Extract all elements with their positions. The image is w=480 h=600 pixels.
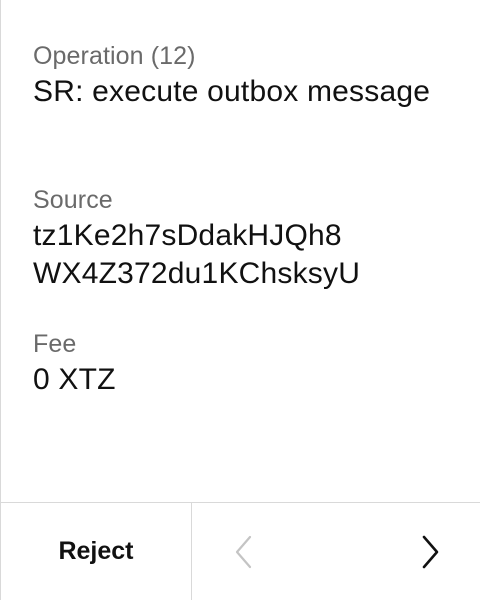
source-value-line: WX4Z372du1KChsksyU	[33, 257, 361, 290]
operation-label: Operation (12)	[33, 42, 196, 70]
chevron-left-icon	[235, 535, 252, 568]
operation-value: SR: execute outbox message	[33, 73, 430, 111]
fee-value-line: 0 XTZ	[33, 363, 116, 396]
reject-button[interactable]: Reject	[1, 503, 192, 600]
fee-value: 0 XTZ	[33, 361, 116, 399]
fee-field: Fee 0 XTZ	[33, 328, 116, 399]
chevron-right-icon	[422, 535, 439, 568]
operation-value-line: message	[306, 75, 431, 108]
previous-button[interactable]	[194, 503, 294, 600]
operation-value-line: SR: execute outbox	[33, 75, 299, 108]
source-value-line: tz1Ke2h7sDdakHJQh8	[33, 219, 342, 252]
source-value: tz1Ke2h7sDdakHJQh8 WX4Z372du1KChsksyU	[33, 217, 460, 293]
operation-field: Operation (12) SR: execute outbox messag…	[33, 40, 430, 111]
review-screen: Operation (12) SR: execute outbox messag…	[0, 0, 480, 600]
source-field: Source tz1Ke2h7sDdakHJQh8 WX4Z372du1KChs…	[33, 184, 460, 293]
action-footer: Reject	[1, 502, 480, 600]
source-label: Source	[33, 186, 113, 214]
fee-label: Fee	[33, 330, 77, 358]
next-button[interactable]	[380, 503, 480, 600]
